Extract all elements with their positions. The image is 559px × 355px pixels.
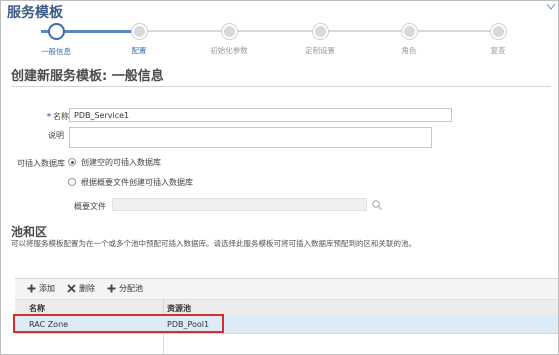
form-heading: 创建新服务模板: 一般信息 [11,69,164,84]
train-step-label: 角色 [401,46,417,55]
column-header-pool[interactable]: 资源池 [167,303,191,314]
train-step-init-params[interactable]: 初始化参数 [189,21,269,56]
train-step-roles[interactable]: 角色 [369,21,449,56]
window-frame: 服务模板 一般信息 配置 初始化参数 定制设置 角色 复查 创建新服务模板: 一… [0,0,559,355]
create-empty-radio[interactable] [68,158,76,166]
add-button-label: 添加 [39,284,55,293]
description-label: 说明 [48,131,64,140]
train-step-review[interactable]: 复查 [458,21,538,56]
page-title: 服务模板 [7,5,63,21]
add-button[interactable]: 添加 [27,283,55,294]
step-dot-icon [221,24,237,39]
profile-label: 概要文件 [74,202,106,211]
heading-divider [11,86,551,87]
delete-button-label: 删除 [79,284,95,293]
column-header-name[interactable]: 名称 [29,303,45,314]
name-label: 名称 [53,112,69,121]
create-empty-label: 创建空的可插入数据库 [81,158,161,167]
name-input[interactable]: PDB_Service1 [69,108,452,122]
table-toolbar: 添加 删除 分配池 [15,279,558,299]
required-mark: * [46,112,51,121]
delete-icon [67,284,76,293]
from-profile-radio[interactable] [68,178,76,186]
train-step-configuration[interactable]: 配置 [99,21,179,56]
step-dot-icon [312,24,328,39]
search-icon [372,200,382,210]
assign-pool-button[interactable]: 分配池 [107,283,143,294]
train-step-label: 复查 [490,46,506,55]
delete-button[interactable]: 删除 [67,283,95,294]
pool-description: 可以将服务模板配置为在一个或多个池中预配可插入数据库。请选择此服务模板可将可插入… [11,239,416,248]
step-dot-icon [490,24,506,39]
pdb-label: 可插入数据库 [17,159,65,168]
corner-arrow-icon [546,3,556,10]
from-profile-label: 根据概要文件创建可插入数据库 [81,178,193,187]
description-textarea[interactable] [69,127,432,148]
annotation-highlight-box [13,314,224,333]
profile-input [112,198,367,211]
name-label-group: * 名称 [29,111,69,122]
train-step-general[interactable]: 一般信息 [16,21,96,57]
train-step-label: 初始化参数 [210,46,248,55]
step-dot-icon [131,24,147,39]
step-dot-icon [401,24,417,39]
train-step-label: 一般信息 [41,47,71,56]
train-step-custom-settings[interactable]: 定制设置 [280,21,360,56]
assign-pool-icon [107,284,116,293]
add-icon [27,284,36,293]
train-step-label: 配置 [131,46,147,55]
train-step-label: 定制设置 [305,46,335,55]
step-current-dot-icon [47,23,65,40]
assign-pool-button-label: 分配池 [119,284,143,293]
